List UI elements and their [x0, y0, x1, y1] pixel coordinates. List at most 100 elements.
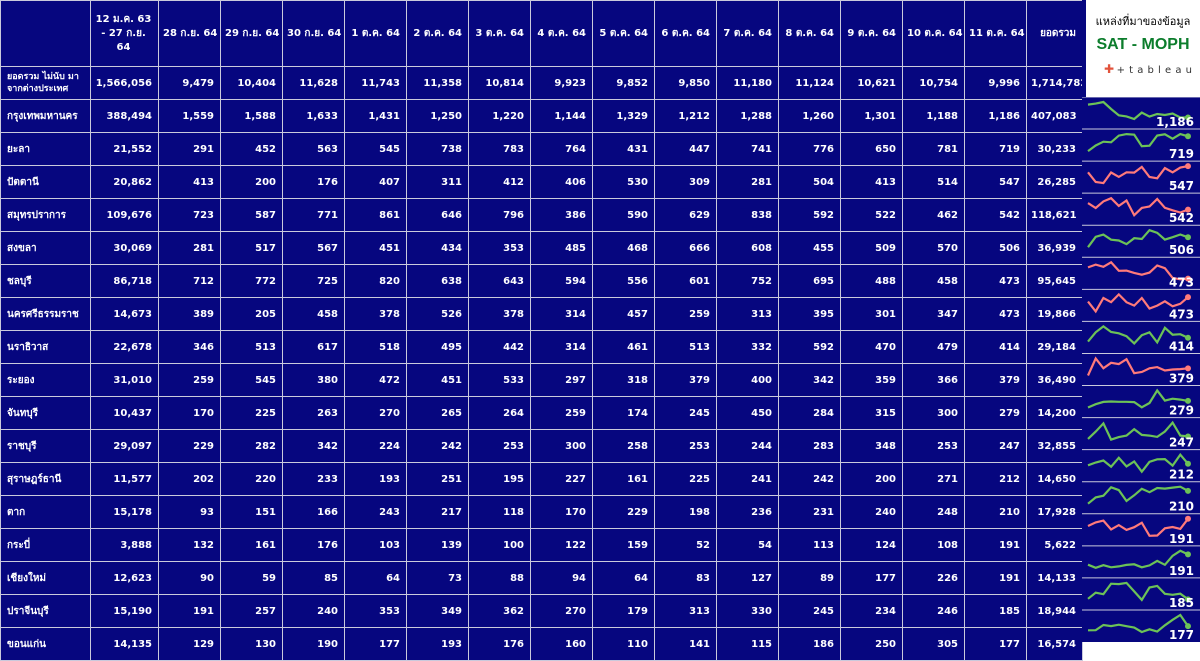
daily-cell: 514 [902, 165, 965, 199]
daily-cell: 174 [592, 396, 655, 430]
total-cell: 26,285 [1026, 165, 1083, 199]
daily-cell: 712 [158, 264, 221, 298]
daily-cell: 212 [964, 462, 1027, 496]
sparkline-end-dot [1185, 515, 1191, 522]
daily-cell: 177 [840, 561, 903, 595]
daily-cell: 253 [468, 429, 531, 463]
daily-cell: 617 [282, 330, 345, 364]
daily-cell: 300 [902, 396, 965, 430]
sparkline-value-label: 177 [1169, 628, 1194, 642]
sparklines: 1,186 719 547 542 506 473 473 414 379 279 247 212 21… [1082, 97, 1200, 642]
total-cell: 17,928 [1026, 495, 1083, 529]
daily-cell: 386 [530, 198, 593, 232]
cumulative-cell: 30,069 [90, 231, 159, 265]
daily-cell: 54 [716, 528, 779, 562]
daily-cell: 234 [840, 594, 903, 628]
daily-cell: 291 [158, 132, 221, 166]
daily-cell: 353 [344, 594, 407, 628]
table-row: นครศรีธรรมราช 14,673 389 205 458 378 526 378 314… [0, 297, 1083, 331]
daily-cell: 200 [220, 165, 283, 199]
daily-cell: 282 [220, 429, 283, 463]
daily-cell: 349 [406, 594, 469, 628]
daily-cell: 1,212 [654, 99, 717, 133]
daily-cell: 434 [406, 231, 469, 265]
daily-cell: 64 [592, 561, 655, 595]
cumulative-cell: 21,552 [90, 132, 159, 166]
daily-cell: 504 [778, 165, 841, 199]
daily-cell: 318 [592, 363, 655, 397]
row-label: ยอดรวม ไม่นับ มาจากต่างประเทศ [0, 66, 91, 100]
daily-cell: 242 [778, 462, 841, 496]
daily-cell: 457 [592, 297, 655, 331]
total-cell: 1,714,782 [1026, 66, 1083, 100]
cumulative-cell: 14,673 [90, 297, 159, 331]
province-name: นราธิวาส [0, 330, 91, 364]
table-row: สมุทรปราการ 109,676 723 587 771 861 646 796 386 5… [0, 198, 1083, 232]
daily-cell: 233 [282, 462, 345, 496]
daily-cell: 1,633 [282, 99, 345, 133]
daily-cell: 592 [778, 330, 841, 364]
daily-cell: 170 [158, 396, 221, 430]
table-row: ระยอง 31,010 259 545 380 472 451 533 297 318 379 40… [0, 363, 1083, 397]
total-cell: 30,233 [1026, 132, 1083, 166]
province-name: สงขลา [0, 231, 91, 265]
daily-cell: 462 [902, 198, 965, 232]
daily-cell: 141 [654, 627, 717, 661]
daily-cell: 113 [778, 528, 841, 562]
cumulative-cell: 31,010 [90, 363, 159, 397]
daily-cell: 545 [220, 363, 283, 397]
daily-cell: 170 [530, 495, 593, 529]
daily-cell: 594 [530, 264, 593, 298]
sparkline-value-label: 247 [1169, 436, 1194, 450]
daily-cell: 1,288 [716, 99, 779, 133]
table-row: ราชบุรี 29,097 229 282 342 224 242 253 300 258 253… [0, 429, 1083, 463]
daily-cell: 313 [654, 594, 717, 628]
daily-cell: 217 [406, 495, 469, 529]
daily-cell: 64 [344, 561, 407, 595]
daily-cell: 246 [902, 594, 965, 628]
daily-cell: 10,404 [220, 66, 283, 100]
table-row: เชียงใหม่ 12,623 90 59 85 64 73 88 94 64 83 127 89 17… [0, 561, 1083, 595]
daily-cell: 820 [344, 264, 407, 298]
total-cell: 18,944 [1026, 594, 1083, 628]
dashboard: 12 ม.ค. 63 - 27 ก.ย. 64 28 ก.ย. 64 29 ก.ย.… [0, 0, 1200, 661]
table-row: ขอนแก่น 14,135 129 130 190 177 193 176 160 110 141… [0, 627, 1083, 661]
daily-cell: 314 [530, 330, 593, 364]
daily-cell: 646 [406, 198, 469, 232]
sparkline-value-label: 473 [1169, 307, 1194, 321]
total-cell: 36,490 [1026, 363, 1083, 397]
column-header-date: 2 ต.ค. 64 [406, 0, 469, 67]
daily-cell: 378 [344, 297, 407, 331]
daily-cell: 225 [654, 462, 717, 496]
daily-cell: 592 [778, 198, 841, 232]
header-corner [0, 0, 91, 67]
daily-cell: 200 [840, 462, 903, 496]
daily-cell: 547 [964, 165, 1027, 199]
column-header-date: 9 ต.ค. 64 [840, 0, 903, 67]
daily-cell: 315 [840, 396, 903, 430]
daily-cell: 177 [964, 627, 1027, 661]
daily-cell: 379 [964, 363, 1027, 397]
tableau-logo[interactable]: ✚ + t a b l e a u [1104, 62, 1193, 76]
cumulative-cell: 3,888 [90, 528, 159, 562]
sparkline-value-label: 542 [1169, 211, 1194, 225]
daily-cell: 783 [468, 132, 531, 166]
cumulative-cell: 15,190 [90, 594, 159, 628]
sparkline-value-label: 279 [1169, 404, 1194, 418]
daily-cell: 122 [530, 528, 593, 562]
daily-cell: 11,180 [716, 66, 779, 100]
daily-cell: 247 [964, 429, 1027, 463]
daily-cell: 608 [716, 231, 779, 265]
daily-cell: 771 [282, 198, 345, 232]
daily-cell: 11,743 [344, 66, 407, 100]
daily-cell: 259 [654, 297, 717, 331]
cumulative-cell: 22,678 [90, 330, 159, 364]
table-row: ยะลา 21,552 291 452 563 545 738 783 764 431 447 741… [0, 132, 1083, 166]
province-name: ปราจีนบุรี [0, 594, 91, 628]
daily-cell: 379 [654, 363, 717, 397]
cumulative-cell: 11,577 [90, 462, 159, 496]
table-row: ปัตตานี 20,862 413 200 176 407 311 412 406 530 309… [0, 165, 1083, 199]
column-header-date: 5 ต.ค. 64 [592, 0, 655, 67]
daily-cell: 11,124 [778, 66, 841, 100]
daily-cell: 1,144 [530, 99, 593, 133]
